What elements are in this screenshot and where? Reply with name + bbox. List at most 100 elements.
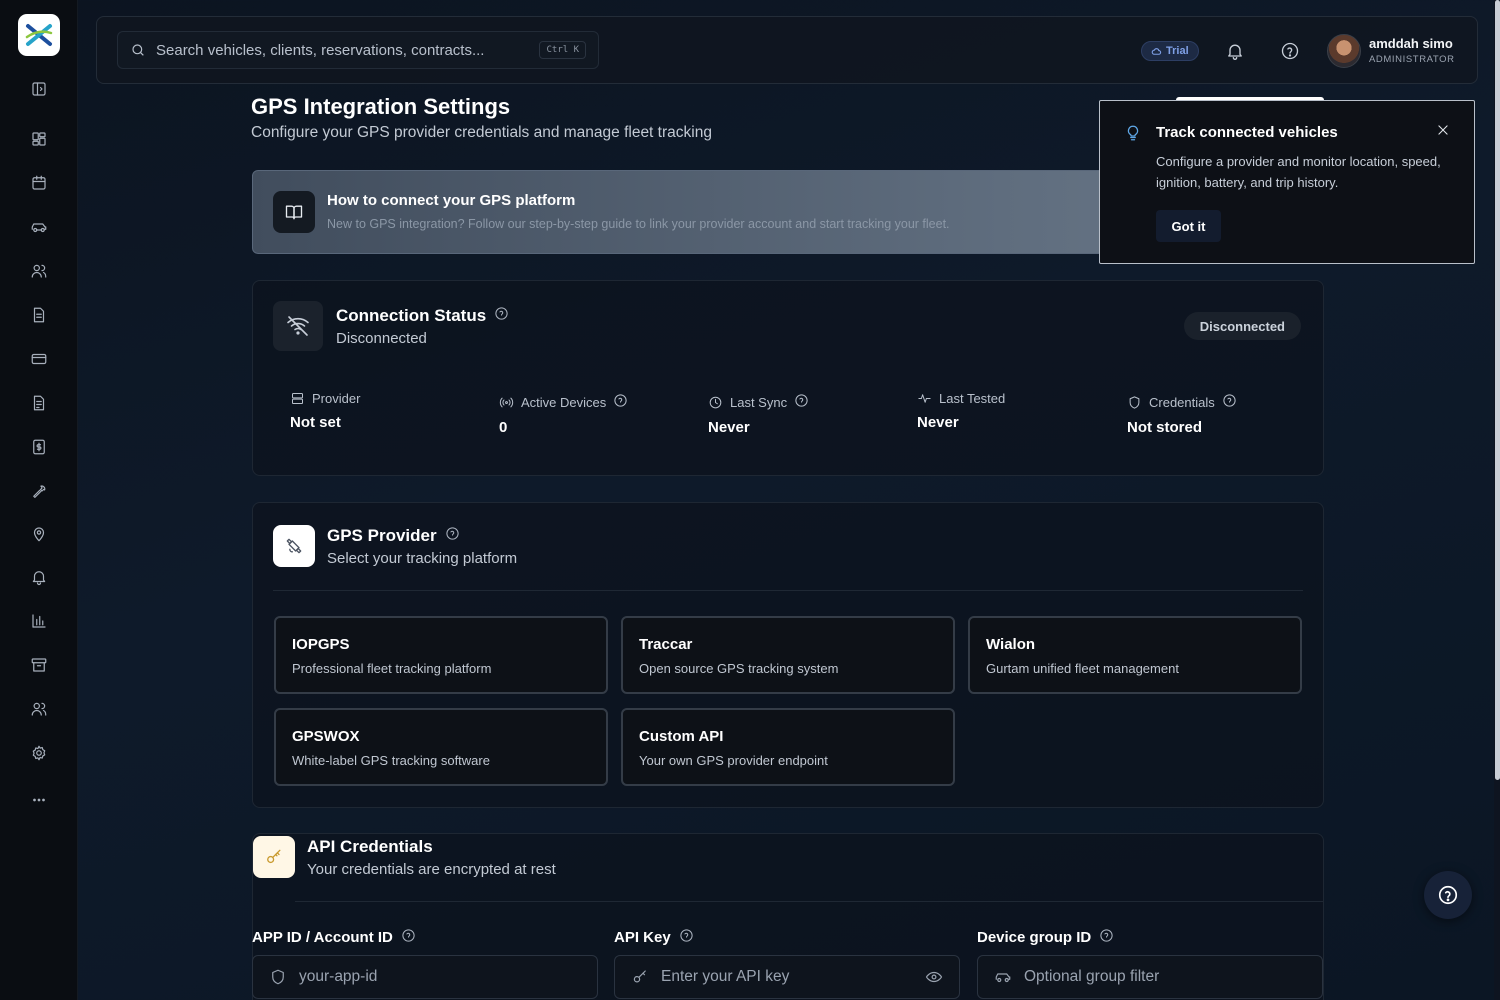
- connection-status-title: Connection Status: [336, 306, 487, 325]
- status-badge: Disconnected: [1183, 312, 1301, 340]
- stat-value: Never: [708, 419, 750, 436]
- trial-badge[interactable]: Trial: [1141, 41, 1199, 61]
- reservations-icon[interactable]: [28, 304, 50, 326]
- notifications-nav-icon[interactable]: [28, 566, 50, 588]
- shield-icon: [272, 969, 284, 985]
- provider-option-wialon[interactable]: Wialon Gurtam unified fleet management: [968, 616, 1302, 694]
- guide-description: New to GPS integration? Follow our step-…: [327, 217, 950, 231]
- gps-provider-title: GPS Provider: [327, 526, 437, 545]
- stat-label: Last Tested: [939, 391, 1006, 406]
- close-icon[interactable]: [1436, 123, 1452, 139]
- app-id-input[interactable]: [299, 968, 581, 986]
- search-input[interactable]: Search vehicles, clients, reservations, …: [156, 42, 539, 59]
- stat-provider: Provider Not set: [290, 391, 360, 431]
- maintenance-icon[interactable]: [28, 480, 50, 502]
- payments-icon[interactable]: [28, 348, 50, 370]
- api-key-label: API Key: [614, 928, 694, 947]
- onboarding-popover: Track connected vehicles Configure a pro…: [1099, 100, 1475, 264]
- avatar[interactable]: [1327, 34, 1361, 68]
- stat-value: 0: [499, 419, 508, 436]
- help-icon[interactable]: [401, 928, 416, 947]
- connection-status-heading: Connection Status: [336, 306, 509, 326]
- divider: [295, 901, 1323, 902]
- activity-icon: [918, 394, 931, 403]
- api-key-field[interactable]: [614, 955, 960, 999]
- device-group-field[interactable]: [977, 955, 1323, 999]
- eye-icon[interactable]: [925, 968, 943, 986]
- scrollbar-thumb[interactable]: [1495, 0, 1500, 780]
- help-icon[interactable]: [679, 928, 694, 947]
- invoices-icon[interactable]: [28, 436, 50, 458]
- provider-description: Professional fleet tracking platform: [292, 661, 492, 676]
- team-icon[interactable]: [28, 698, 50, 720]
- popover-body: Configure a provider and monitor locatio…: [1156, 154, 1441, 190]
- stat-value: Not stored: [1127, 419, 1202, 436]
- contracts-icon[interactable]: [28, 392, 50, 414]
- provider-option-traccar[interactable]: Traccar Open source GPS tracking system: [621, 616, 955, 694]
- dashboard-icon[interactable]: [28, 128, 50, 150]
- page-title: GPS Integration Settings: [251, 94, 511, 119]
- app-id-label: APP ID / Account ID: [252, 928, 416, 947]
- app-id-field[interactable]: [252, 955, 598, 999]
- field-label-text: API Key: [614, 929, 671, 946]
- reports-chart-icon[interactable]: [28, 610, 50, 632]
- provider-description: Gurtam unified fleet management: [986, 661, 1179, 676]
- car-icon: [995, 973, 1011, 983]
- help-icon[interactable]: [445, 526, 460, 546]
- provider-option-iopgps[interactable]: IOPGPS Professional fleet tracking platf…: [274, 616, 608, 694]
- connection-status-subtitle: Disconnected: [336, 330, 427, 347]
- cloud-icon: [1151, 47, 1162, 55]
- trial-label: Trial: [1166, 45, 1189, 57]
- sidebar-toggle-icon[interactable]: [28, 78, 50, 100]
- help-icon[interactable]: [1099, 928, 1114, 947]
- stat-active-devices: Active Devices 0: [499, 393, 628, 436]
- stat-label: Last Sync: [730, 394, 788, 410]
- provider-description: White-label GPS tracking software: [292, 753, 490, 768]
- api-key-input[interactable]: [661, 968, 925, 986]
- provider-option-custom-api[interactable]: Custom API Your own GPS provider endpoin…: [621, 708, 955, 786]
- help-icon[interactable]: [1222, 393, 1237, 411]
- stat-value: Never: [917, 414, 959, 431]
- help-icon[interactable]: [794, 393, 809, 411]
- more-dots-icon[interactable]: [28, 789, 50, 811]
- search-icon: [132, 44, 144, 56]
- location-pin-icon[interactable]: [28, 523, 50, 545]
- provider-name: GPSWOX: [292, 728, 360, 745]
- help-circle-icon[interactable]: [1280, 41, 1300, 61]
- key-icon: [633, 970, 646, 983]
- field-label-text: Device group ID: [977, 929, 1092, 946]
- satellite-icon: [273, 525, 315, 567]
- gps-provider-card: GPS Provider Select your tracking platfo…: [252, 502, 1324, 808]
- key-icon: [253, 836, 295, 878]
- api-credentials-title: API Credentials: [307, 837, 433, 856]
- floating-help-button[interactable]: [1424, 871, 1472, 919]
- provider-name: Traccar: [639, 636, 693, 653]
- app-logo[interactable]: [17, 14, 60, 56]
- device-group-input[interactable]: [1024, 968, 1306, 986]
- search-box[interactable]: Search vehicles, clients, reservations, …: [117, 31, 599, 69]
- clients-icon[interactable]: [28, 260, 50, 282]
- server-icon: [292, 393, 303, 404]
- api-credentials-subtitle: Your credentials are encrypted at rest: [307, 861, 556, 878]
- got-it-button[interactable]: Got it: [1156, 210, 1221, 242]
- logo-mark-icon: [25, 24, 52, 46]
- divider: [273, 590, 1303, 591]
- page-subtitle: Configure your GPS provider credentials …: [251, 124, 712, 141]
- bell-icon[interactable]: [1225, 41, 1245, 61]
- help-icon[interactable]: [613, 393, 628, 411]
- calendar-icon[interactable]: [28, 172, 50, 194]
- connection-status-card: Connection Status Disconnected Disconnec…: [252, 280, 1324, 476]
- help-icon[interactable]: [494, 306, 509, 326]
- user-name[interactable]: amddah simo: [1369, 36, 1453, 51]
- field-label-text: APP ID / Account ID: [252, 929, 393, 946]
- archive-icon[interactable]: [28, 654, 50, 676]
- car-icon[interactable]: [28, 216, 50, 238]
- provider-option-gpswox[interactable]: GPSWOX White-label GPS tracking software: [274, 708, 608, 786]
- book-icon: [273, 191, 315, 233]
- stat-label: Active Devices: [521, 394, 607, 410]
- clock-icon: [709, 396, 722, 408]
- radio-signal-icon: [499, 397, 514, 407]
- settings-gear-icon[interactable]: [28, 742, 50, 764]
- provider-name: Wialon: [986, 636, 1036, 653]
- provider-description: Open source GPS tracking system: [639, 661, 839, 676]
